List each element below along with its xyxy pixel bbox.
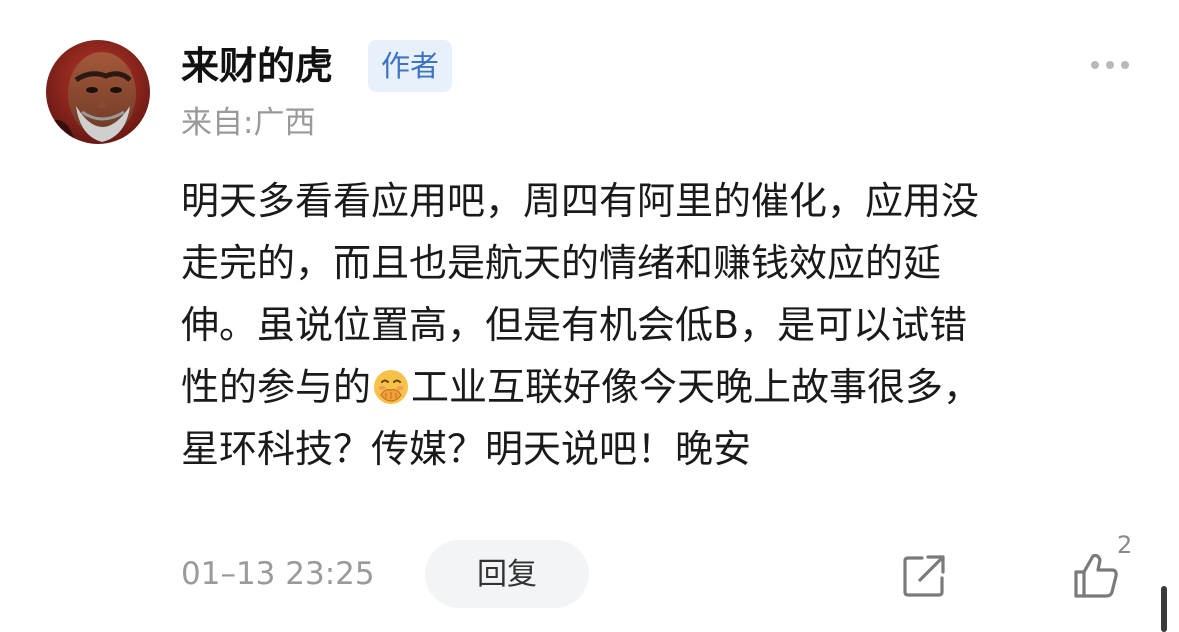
user-avatar[interactable] bbox=[46, 40, 150, 144]
user-location: 来自:广西 bbox=[181, 105, 316, 141]
username[interactable]: 来财的虎 bbox=[181, 40, 333, 92]
comment-line: 星环科技？传媒？明天说吧！晚安 bbox=[181, 427, 752, 471]
reply-button[interactable]: 回复 bbox=[425, 540, 589, 608]
like-button[interactable] bbox=[1070, 550, 1122, 602]
more-options-button[interactable] bbox=[1082, 50, 1138, 80]
share-external-icon bbox=[903, 555, 945, 597]
thumbs-up-icon bbox=[1074, 553, 1118, 598]
scrollbar[interactable] bbox=[1161, 586, 1167, 632]
more-dots-icon bbox=[1106, 61, 1114, 69]
like-count: 2 bbox=[1117, 531, 1133, 559]
more-dots-icon bbox=[1121, 61, 1129, 69]
avatar-image bbox=[46, 40, 150, 144]
comment-line: 明天多看看应用吧，周四有阿里的催化，应用没 bbox=[181, 179, 980, 223]
comment-line-with-emoji: 性的参与的 工业互联好像今天晚上故事很多， bbox=[181, 356, 1126, 418]
author-badge: 作者 bbox=[368, 40, 452, 92]
comment-timestamp: 01–13 23:25 bbox=[181, 556, 375, 592]
smiling-face-with-hand-over-mouth-icon bbox=[374, 370, 409, 404]
share-button[interactable] bbox=[900, 552, 948, 600]
comment-body: 明天多看看应用吧，周四有阿里的催化，应用没 走完的，而且也是航天的情绪和赚钱效应… bbox=[181, 170, 1126, 480]
comment-segment: 工业互联好像今天晚上故事很多， bbox=[411, 365, 982, 409]
comment-segment: 性的参与的 bbox=[181, 365, 372, 409]
comment-line: 伸。虽说位置高，但是有机会低B，是可以试错 bbox=[181, 303, 968, 347]
comment-line: 走完的，而且也是航天的情绪和赚钱效应的延 bbox=[181, 241, 942, 285]
more-dots-icon bbox=[1091, 61, 1099, 69]
